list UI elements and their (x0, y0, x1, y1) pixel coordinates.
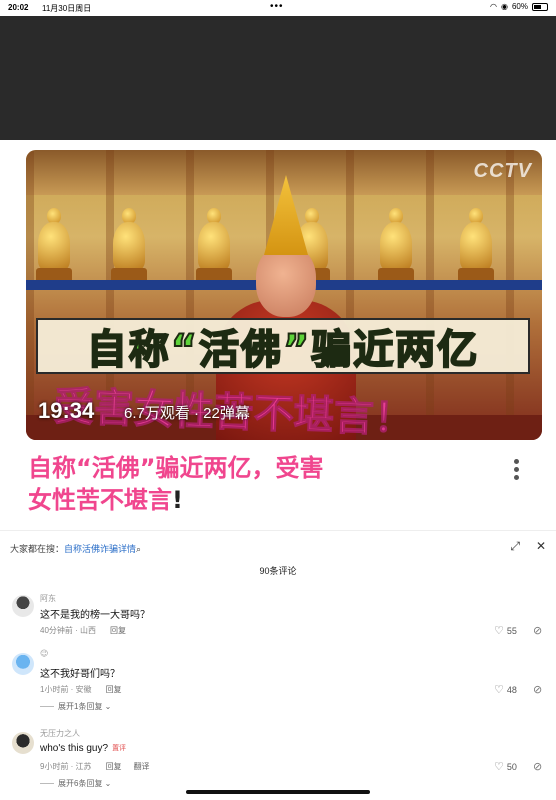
status-right: ◠ ◉ 60% (490, 2, 548, 11)
sheet-actions: ⤢ ✕ (510, 539, 546, 554)
multitask-dots-icon[interactable]: ••• (270, 1, 284, 12)
heart-icon: ♡ (494, 625, 504, 637)
video-title: 自称“活佛”骗近两亿，受害 女性苦不堪言! (28, 452, 468, 516)
buddha-statue (378, 208, 414, 286)
search-prefix: 大家都在搜： (10, 544, 65, 554)
battery-percent: 60% (511, 2, 528, 11)
dislike-icon[interactable]: ⊘ (533, 683, 542, 696)
buddha-statue (458, 208, 494, 286)
search-icon[interactable]: ⌕ (136, 544, 141, 554)
avatar[interactable] (12, 732, 34, 754)
wifi-icon: ◠ (490, 2, 497, 11)
comment-count: 90条评论 (259, 566, 297, 576)
buddha-statue (36, 208, 72, 286)
video-views: 6.7万观看 · 22弹幕 (124, 405, 250, 422)
comment-emoji: 😉 (40, 649, 49, 658)
battery-icon (532, 2, 548, 11)
dislike-icon[interactable]: ⊘ (533, 760, 542, 773)
translate-button[interactable]: 翻译 (134, 762, 150, 771)
rotation-lock-icon: ◉ (501, 2, 508, 11)
close-icon[interactable]: ✕ (536, 539, 546, 554)
search-link[interactable]: 自称活佛诈骗详情 (64, 544, 136, 554)
battery-fill (534, 4, 541, 9)
comment-text[interactable]: 这不是我的榜一大哥吗？ (40, 606, 150, 621)
video-player[interactable]: CCTV 自称“活佛”骗近两亿 受害女性苦不堪言！ 19:34 6.7万观看 ·… (26, 150, 542, 440)
reply-button[interactable]: 回复 (110, 626, 126, 635)
video-headline: 自称“活佛”骗近两亿 (86, 326, 480, 374)
comment-meta: 9小时前 · 江苏 回复 翻译 (40, 762, 150, 771)
comment-tag: 置评 (112, 745, 127, 753)
like-button[interactable]: ♡ 48 (494, 683, 517, 696)
reply-button[interactable]: 回复 (106, 685, 122, 694)
like-button[interactable]: ♡ 55 (494, 624, 517, 637)
comment-author[interactable]: 阿东 (40, 593, 56, 604)
like-count: 50 (506, 761, 517, 772)
status-time: 20:02 (8, 3, 29, 12)
reply-button[interactable]: 回复 (106, 762, 122, 771)
video-title-line2: 女性苦不堪言 (28, 486, 172, 514)
expand-replies[interactable]: 展开1条回复 ⌄ (40, 701, 111, 712)
like-count: 55 (506, 625, 517, 636)
like-button[interactable]: ♡ 50 (494, 760, 517, 773)
like-count: 48 (506, 684, 517, 695)
heart-icon: ♡ (494, 684, 504, 696)
video-title-punct: ! (172, 486, 183, 514)
avatar[interactable] (12, 595, 34, 617)
comment-meta: 1小时前 · 安徽 回复 (40, 685, 122, 694)
cctv-watermark: CCTV (473, 160, 532, 182)
video-title-line1: 自称“活佛”骗近两亿，受害 (28, 454, 324, 482)
comment-meta: 40分钟前 · 山西 回复 (40, 626, 127, 635)
buddha-statue (111, 208, 147, 286)
dislike-icon[interactable]: ⊘ (533, 624, 542, 637)
buddha-statue (196, 208, 232, 286)
video-headline-box: 自称“活佛”骗近两亿 (36, 318, 530, 374)
video-title-line2-wrap: 女性苦不堪言! (28, 484, 468, 516)
heart-icon: ♡ (494, 761, 504, 773)
status-bar: 20:02 11月30日周日 ••• ◠ ◉ 60% (0, 0, 556, 16)
comment-author[interactable]: 无压力之人 (40, 728, 80, 739)
person-face (256, 245, 316, 317)
comments-sheet: 大家都在搜：自称活佛诈骗详情⌕ ⤢ ✕ 90条评论 阿东 这不是我的榜一大哥吗？… (0, 530, 556, 800)
dark-top-area (0, 16, 556, 140)
avatar[interactable] (12, 653, 34, 675)
comment-text[interactable]: 这不我好哥们吗？ (40, 665, 120, 680)
status-date: 11月30日周日 (42, 4, 92, 13)
comment-text[interactable]: who's this guy? 置评 (40, 743, 126, 754)
home-indicator[interactable] (186, 790, 370, 794)
expand-replies[interactable]: 展开6条回复 ⌄ (40, 778, 111, 789)
search-suggestion: 大家都在搜：自称活佛诈骗详情⌕ (10, 542, 141, 555)
share-icon[interactable]: ⤢ (510, 539, 520, 554)
video-duration: 19:34 (38, 398, 95, 423)
more-icon[interactable] (506, 456, 526, 486)
